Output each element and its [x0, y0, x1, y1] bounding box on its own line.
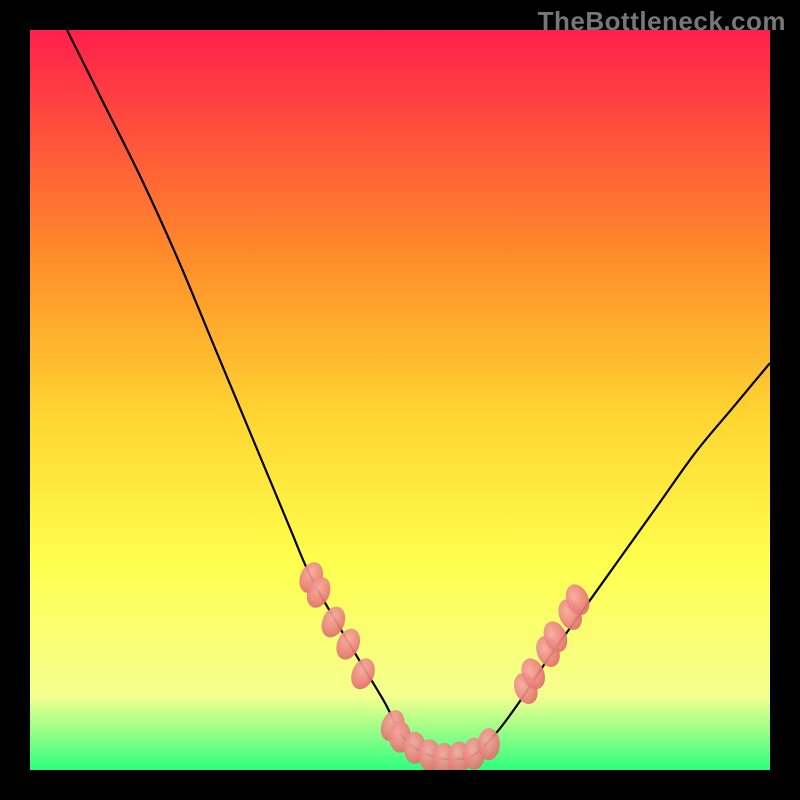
chart-background — [30, 30, 770, 770]
chart-plot — [30, 30, 770, 770]
chart-svg — [30, 30, 770, 770]
chart-frame: TheBottleneck.com — [0, 0, 800, 800]
chart-marker — [478, 728, 500, 760]
watermark-text: TheBottleneck.com — [538, 6, 786, 37]
